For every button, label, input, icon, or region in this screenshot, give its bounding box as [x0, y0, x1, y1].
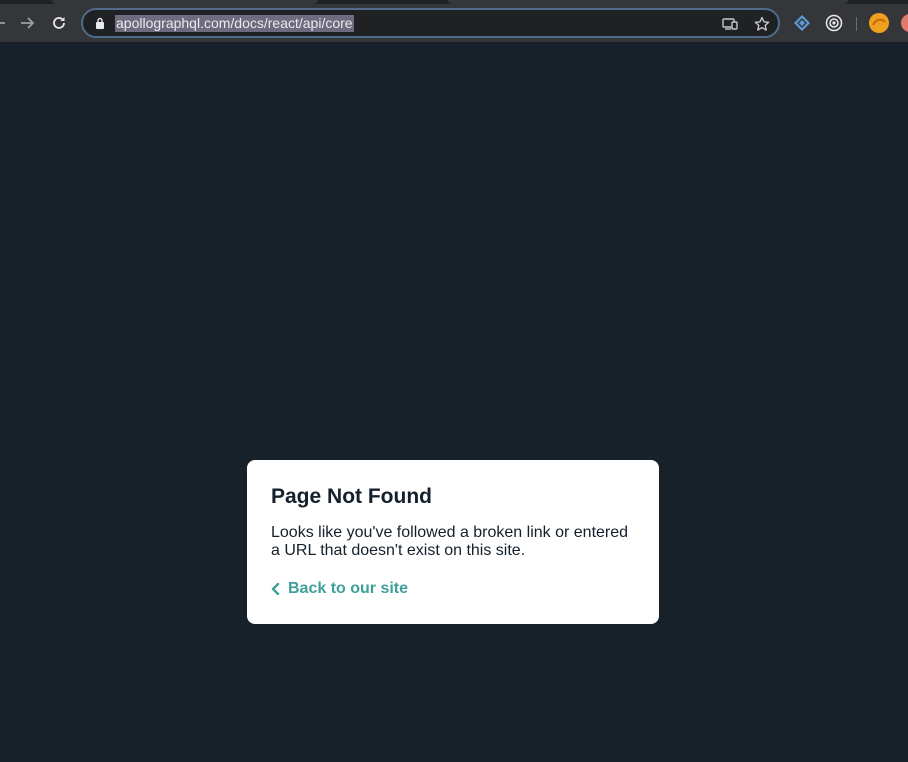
not-found-card: Page Not Found Looks like you've followe…: [247, 460, 659, 624]
toolbar-divider: [856, 17, 857, 31]
orange-avatar-extension-icon[interactable]: [867, 11, 891, 35]
error-message: Looks like you've followed a broken link…: [271, 524, 629, 559]
back-to-site-link[interactable]: Back to our site: [271, 580, 408, 598]
reload-icon: [53, 17, 65, 29]
page-title: Page Not Found: [271, 485, 432, 508]
back-link-label: Back to our site: [288, 580, 409, 597]
cast-icon[interactable]: [720, 14, 740, 34]
browser-toolbar: apollographql.com/docs/react/api/core: [0, 4, 908, 42]
lock-icon[interactable]: [95, 16, 105, 34]
target-extension-icon[interactable]: [822, 11, 846, 35]
forward-arrow-icon: [21, 17, 35, 29]
chevron-left-icon: [271, 583, 280, 595]
graphql-extension-icon[interactable]: [790, 11, 814, 35]
back-arrow-icon: [0, 22, 5, 24]
back-button[interactable]: [0, 10, 12, 36]
reload-button[interactable]: [46, 10, 72, 36]
address-bar[interactable]: apollographql.com/docs/react/api/core: [81, 8, 780, 38]
url-text[interactable]: apollographql.com/docs/react/api/core: [115, 15, 354, 32]
forward-button[interactable]: [14, 10, 40, 36]
star-icon[interactable]: [752, 14, 772, 34]
profile-icon[interactable]: [898, 11, 908, 35]
